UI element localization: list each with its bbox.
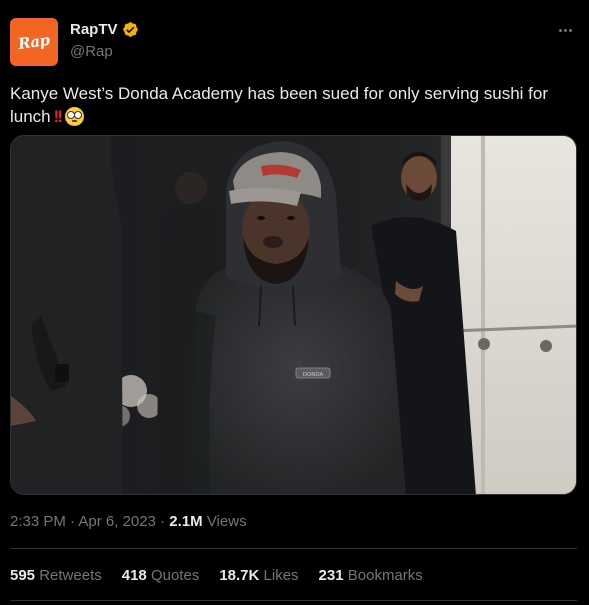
quotes-count: 418 — [121, 567, 147, 584]
retweets-label: Retweets — [39, 567, 102, 584]
divider — [10, 600, 577, 601]
retweets-count: 595 — [10, 567, 36, 584]
meta-separator: · — [160, 513, 166, 530]
tweet: Rap RapTV @Rap Kanye West’s Donda Academ… — [0, 0, 589, 605]
bookmarks-label: Bookmarks — [347, 567, 423, 584]
avatar-logo-text: Rap — [17, 30, 51, 54]
more-options-icon[interactable] — [553, 20, 577, 40]
tweet-meta: 2:33 PM · Apr 6, 2023 · 2.1M Views — [10, 513, 247, 530]
likes-count: 18.7K — [219, 567, 260, 584]
bookmarks-stat[interactable]: 231 Bookmarks — [319, 567, 423, 584]
likes-label: Likes — [263, 567, 299, 584]
meta-separator: · — [70, 513, 76, 530]
author-name-row: RapTV — [70, 21, 139, 38]
divider — [10, 548, 577, 549]
views-count: 2.1M — [169, 513, 203, 530]
verified-badge-icon — [122, 22, 138, 37]
tweet-body: Kanye West’s Donda Academy has been sued… — [10, 84, 549, 126]
views-label: Views — [206, 513, 247, 530]
author-handle[interactable]: @Rap — [70, 43, 113, 60]
likes-stat[interactable]: 18.7K Likes — [219, 567, 298, 584]
hoodie-logo-text: DONDA — [303, 372, 324, 378]
flushed-face-emoji-icon — [64, 107, 84, 126]
avatar[interactable]: Rap — [10, 18, 58, 66]
bookmarks-count: 231 — [318, 567, 344, 584]
retweets-stat[interactable]: 595 Retweets — [10, 567, 102, 584]
display-name[interactable]: RapTV — [70, 21, 118, 38]
photo-image: DONDA — [11, 136, 576, 494]
tweet-text: Kanye West’s Donda Academy has been sued… — [10, 82, 575, 128]
double-exclamation-emoji-icon: !! — [53, 107, 63, 126]
tweet-date[interactable]: Apr 6, 2023 — [78, 513, 156, 530]
tweet-time[interactable]: 2:33 PM — [10, 513, 66, 530]
quotes-stat[interactable]: 418 Quotes — [122, 567, 200, 584]
quotes-label: Quotes — [150, 567, 200, 584]
tweet-photo[interactable]: DONDA — [10, 135, 577, 495]
engagement-stats: 595 Retweets 418 Quotes 18.7K Likes 231 … — [10, 567, 423, 584]
